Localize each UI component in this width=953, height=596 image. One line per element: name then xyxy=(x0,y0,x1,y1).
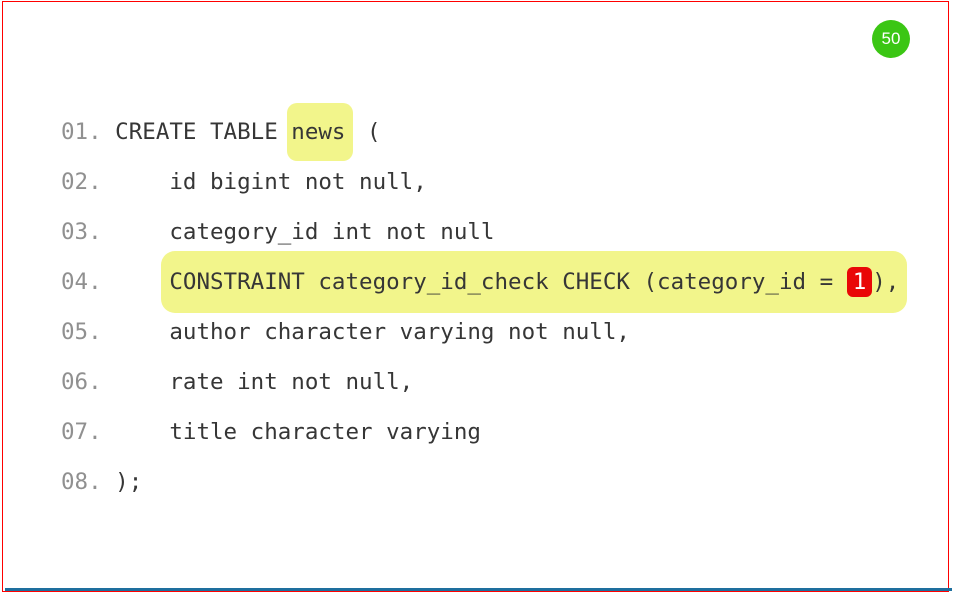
code-line-7: 07. title character varying xyxy=(61,407,907,457)
line-number: 04. xyxy=(61,257,102,307)
slide-number-badge: 50 xyxy=(872,20,910,58)
slide-number-text: 50 xyxy=(882,29,901,49)
line-number: 03. xyxy=(61,207,102,257)
code-line-1: 01. CREATE TABLE news ( xyxy=(61,107,907,157)
code-block: 01. CREATE TABLE news ( 02. id bigint no… xyxy=(61,107,907,507)
code-line-5: 05. author character varying not null, xyxy=(61,307,907,357)
bottom-accent-bar xyxy=(5,588,952,591)
constraint-pre: CONSTRAINT category_id_check CHECK (cate… xyxy=(169,269,846,295)
code-line-6: 06. rate int not null, xyxy=(61,357,907,407)
code-text: category_id int not null xyxy=(102,207,495,257)
line-number: 05. xyxy=(61,307,102,357)
code-text: ( xyxy=(353,107,380,157)
code-text: id bigint not null, xyxy=(102,157,427,207)
line-number: 06. xyxy=(61,357,102,407)
code-line-3: 03. category_id int not null xyxy=(61,207,907,257)
code-text: ); xyxy=(102,457,143,507)
code-line-2: 02. id bigint not null, xyxy=(61,157,907,207)
highlight-value: 1 xyxy=(847,267,873,297)
constraint-post: ), xyxy=(872,269,899,295)
code-text-indent xyxy=(102,257,170,307)
code-text: author character varying not null, xyxy=(102,307,630,357)
code-line-4: 04. CONSTRAINT category_id_check CHECK (… xyxy=(61,257,907,307)
highlight-constraint-line: CONSTRAINT category_id_check CHECK (cate… xyxy=(161,251,907,313)
code-text: title character varying xyxy=(102,407,481,457)
line-number: 08. xyxy=(61,457,102,507)
slide-frame: 50 01. CREATE TABLE news ( 02. id bigint… xyxy=(2,1,949,592)
line-number: 01. xyxy=(61,107,102,157)
code-line-8: 08. ); xyxy=(61,457,907,507)
line-number: 02. xyxy=(61,157,102,207)
code-text: rate int not null, xyxy=(102,357,414,407)
highlight-tablename: news xyxy=(287,103,353,161)
code-text: CREATE TABLE xyxy=(102,107,292,157)
line-number: 07. xyxy=(61,407,102,457)
